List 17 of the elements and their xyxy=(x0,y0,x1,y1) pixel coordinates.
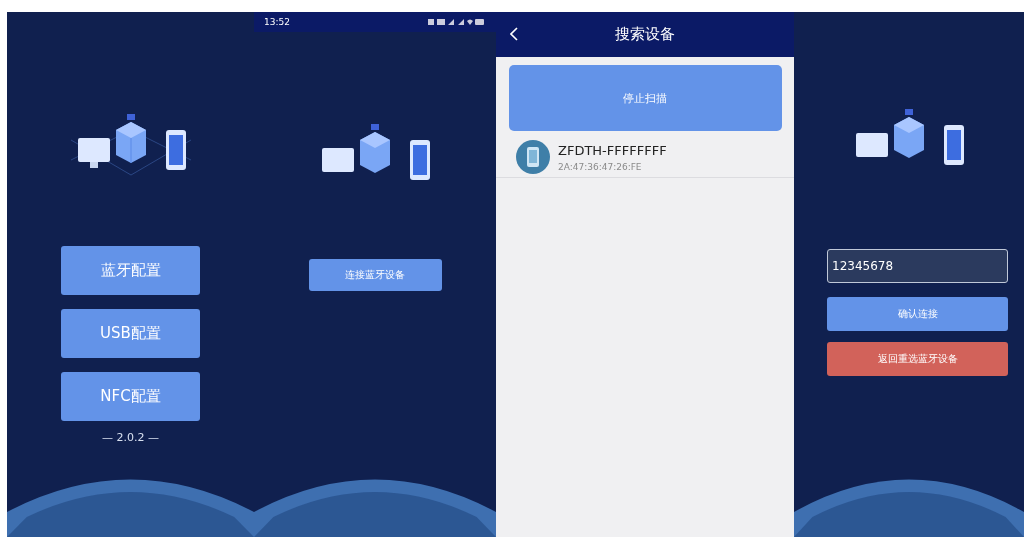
connect-button[interactable]: 连接蓝牙设备 xyxy=(308,259,442,291)
version-text: — 2.0.2 — xyxy=(102,431,159,444)
menu-button[interactable]: USB配置 xyxy=(61,309,200,358)
screen-title: 搜索设备 xyxy=(615,25,675,44)
status-icons xyxy=(428,18,484,26)
device-list-item[interactable]: ZFDTH-FFFFFFFF 2A:47:36:47:26:FE xyxy=(496,131,794,178)
password-field[interactable]: 12345678 xyxy=(827,249,1008,283)
device-address: 2A:47:36:47:26:FE xyxy=(558,161,643,172)
phone-icon xyxy=(516,140,550,174)
menu-button[interactable]: NFC配置 xyxy=(61,372,200,421)
status-time: 13:52 xyxy=(264,17,290,27)
back-icon[interactable] xyxy=(510,27,518,41)
action-button[interactable]: 确认连接 xyxy=(827,297,1008,331)
stop-scan-button[interactable]: 停止扫描 xyxy=(508,65,782,131)
menu-button[interactable]: 蓝牙配置 xyxy=(61,246,200,295)
device-name: ZFDTH-FFFFFFFF xyxy=(558,142,667,158)
action-button[interactable]: 返回重选蓝牙设备 xyxy=(827,342,1008,376)
